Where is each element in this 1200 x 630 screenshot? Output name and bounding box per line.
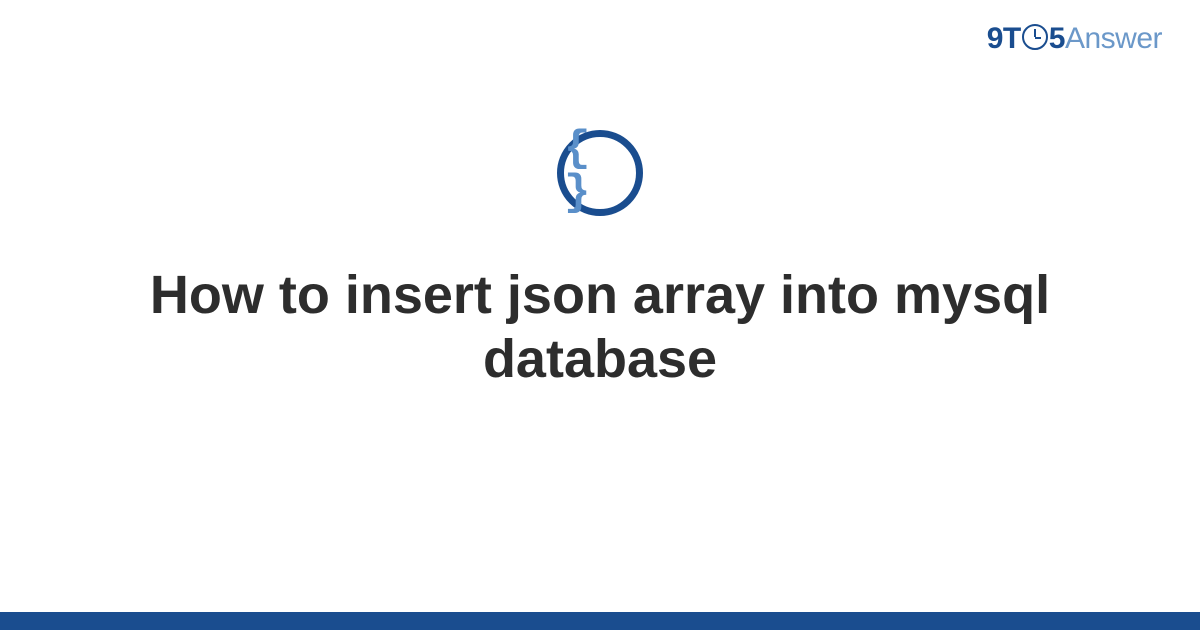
site-logo: 9T 5Answer: [987, 22, 1162, 56]
logo-text-5: 5: [1049, 22, 1065, 55]
code-braces-icon: { }: [564, 127, 636, 215]
clock-icon: [1022, 24, 1048, 50]
logo-text-answer: Answer: [1065, 22, 1162, 55]
topic-icon-circle: { }: [557, 130, 643, 216]
content-wrap: { } How to insert json array into mysql …: [0, 130, 1200, 391]
page-title: How to insert json array into mysql data…: [60, 264, 1140, 391]
bottom-accent-bar: [0, 612, 1200, 630]
logo-text-9t: 9T: [987, 22, 1021, 55]
